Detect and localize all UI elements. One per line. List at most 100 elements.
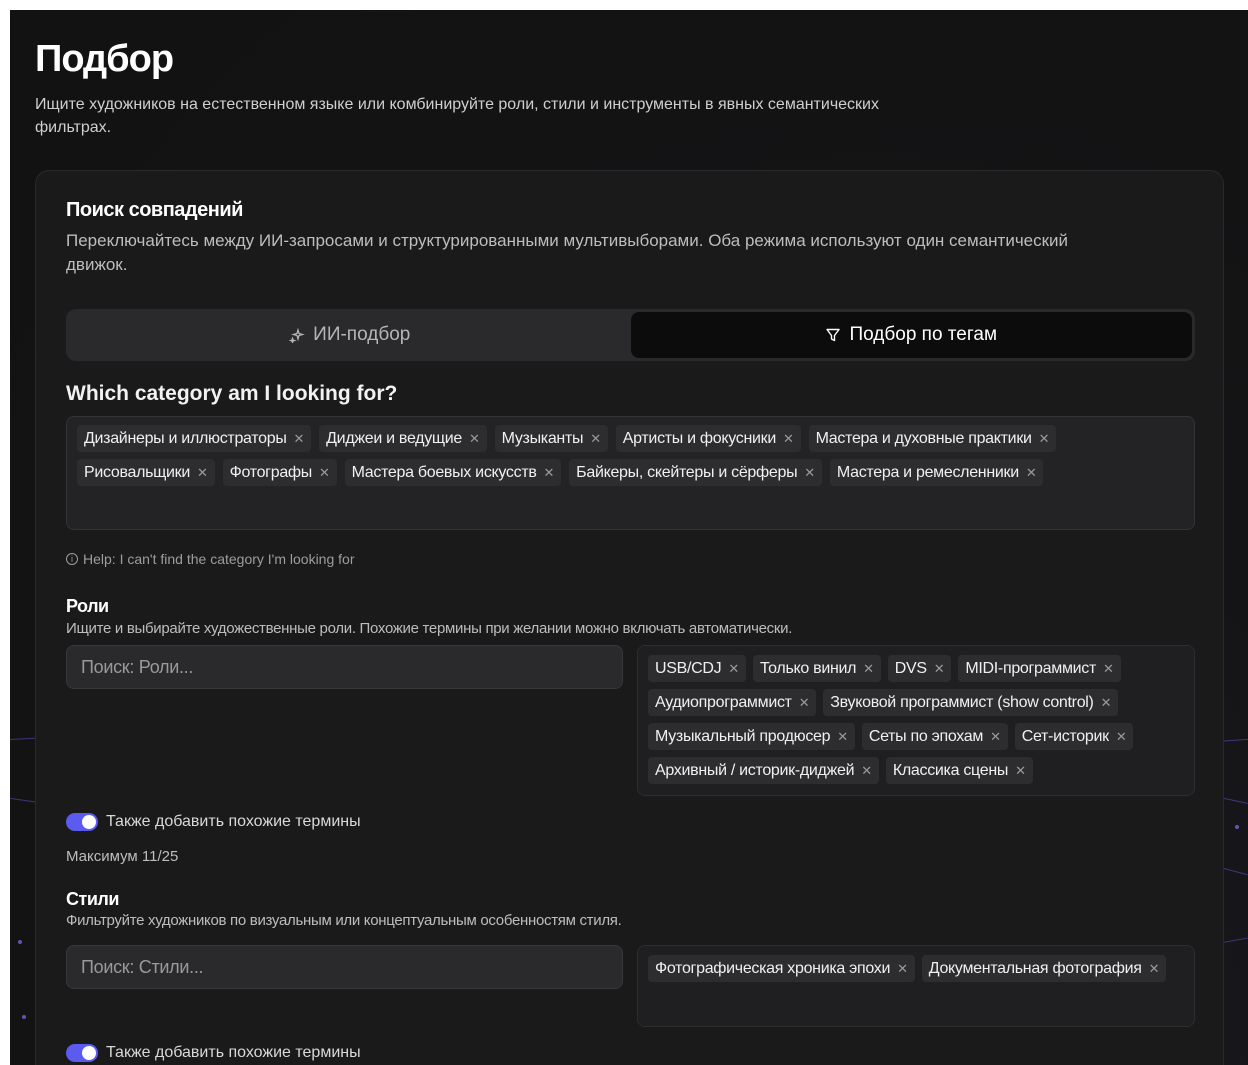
chip-label: Сет-историк (1021, 727, 1109, 745)
decor-dot (1235, 825, 1239, 829)
remove-chip-icon[interactable]: ✕ (863, 661, 874, 677)
page-subtitle: Ищите художников на естественном языке и… (35, 96, 879, 136)
remove-chip-icon[interactable]: ✕ (837, 729, 848, 745)
remove-chip-icon[interactable]: ✕ (544, 465, 555, 481)
chip-label: Мастера и духовные практики (815, 429, 1032, 447)
tab-ai-match[interactable]: ИИ-подбор (69, 312, 631, 358)
decor-dot (22, 1015, 26, 1019)
styles-similar-toggle[interactable] (66, 1044, 98, 1062)
style-chip: Фотографическая хроника эпохи ✕ (648, 955, 915, 982)
remove-chip-icon[interactable]: ✕ (728, 661, 739, 677)
chip-label: Только винил (759, 659, 857, 677)
role-chip: Сеты по эпохам ✕ (861, 723, 1008, 750)
decor-line (1220, 937, 1248, 944)
category-chip: Мастера и ремесленники ✕ (829, 459, 1044, 486)
toggle-label: Также добавить похожие термины (106, 1044, 361, 1061)
chip-label: Мастера и ремесленники (836, 463, 1019, 481)
roles-title: Роли (66, 596, 109, 616)
role-chip: Аудиопрограммист ✕ (648, 689, 817, 716)
chip-label: Музыканты (501, 429, 584, 447)
role-chip: Музыкальный продюсер ✕ (648, 723, 855, 750)
category-chip: Артисты и фокусники ✕ (615, 425, 801, 452)
category-chip: Байкеры, скейтеры и сёрферы ✕ (569, 459, 822, 486)
category-chip: Мастера и духовные практики ✕ (808, 425, 1057, 452)
roles-max-note: Максимум 11/25 (66, 848, 179, 865)
tab-ai-match-label: ИИ-подбор (313, 324, 411, 345)
category-question: Which category am I looking for? (66, 382, 398, 405)
chip-label: Фотографы (229, 463, 313, 481)
roles-similar-toggle[interactable] (66, 813, 98, 831)
chip-label: Музыкальный продюсер (655, 727, 831, 745)
chip-label: Звуковой программист (show control) (830, 693, 1094, 711)
remove-chip-icon[interactable]: ✕ (897, 961, 908, 977)
role-chip: DVS ✕ (887, 655, 952, 682)
styles-title: Стили (66, 889, 119, 909)
chip-label: Дизайнеры и иллюстраторы (84, 429, 287, 447)
chip-label: MIDI-программист (965, 659, 1097, 677)
remove-chip-icon[interactable]: ✕ (990, 729, 1001, 745)
chip-label: Документальная фотография (928, 959, 1142, 977)
category-chip: Музыканты ✕ (494, 425, 608, 452)
roles-search-input[interactable] (66, 645, 623, 689)
category-chip: Мастера боевых искусств ✕ (344, 459, 562, 486)
remove-chip-icon[interactable]: ✕ (1103, 661, 1114, 677)
toggle-label: Также добавить похожие термины (106, 813, 361, 830)
tab-tag-match[interactable]: Подбор по тегам (630, 312, 1192, 358)
styles-similar-toggle-row: Также добавить похожие термины (66, 1044, 361, 1062)
remove-chip-icon[interactable]: ✕ (1015, 763, 1026, 779)
remove-chip-icon[interactable]: ✕ (1101, 695, 1112, 711)
role-chip: MIDI-программист ✕ (958, 655, 1121, 682)
role-chip: USB/CDJ ✕ (648, 655, 746, 682)
styles-description: Фильтруйте художников по визуальным или … (66, 912, 622, 929)
mode-switch: ИИ-подбор Подбор по тегам (66, 309, 1195, 361)
page-title: Подбор (35, 38, 174, 80)
chip-label: DVS (894, 659, 927, 677)
category-chip: Дизайнеры и иллюстраторы ✕ (77, 425, 312, 452)
remove-chip-icon[interactable]: ✕ (469, 431, 480, 447)
filter-icon (826, 328, 841, 342)
chip-label: Аудиопрограммист (655, 693, 792, 711)
remove-chip-icon[interactable]: ✕ (319, 465, 330, 481)
remove-chip-icon[interactable]: ✕ (1039, 431, 1050, 447)
tab-tag-match-label: Подбор по тегам (849, 324, 998, 345)
remove-chip-icon[interactable]: ✕ (804, 465, 815, 481)
category-help-link[interactable]: i Help: I can't find the category I'm lo… (66, 551, 354, 567)
role-chip: Только винил ✕ (752, 655, 881, 682)
info-icon: i (66, 553, 78, 565)
chip-label: Классика сцены (892, 761, 1009, 779)
sparkle-icon (289, 327, 306, 343)
remove-chip-icon[interactable]: ✕ (590, 431, 601, 447)
styles-selected-panel: Фотографическая хроника эпохи ✕ Документа… (637, 945, 1195, 1027)
chip-label: Сеты по эпохам (868, 727, 984, 745)
remove-chip-icon[interactable]: ✕ (783, 431, 794, 447)
remove-chip-icon[interactable]: ✕ (861, 763, 872, 779)
remove-chip-icon[interactable]: ✕ (799, 695, 810, 711)
chip-label: Фотографическая хроника эпохи (655, 959, 891, 977)
category-chip: Диджеи и ведущие ✕ (319, 425, 487, 452)
category-tag-box[interactable]: Дизайнеры и иллюстраторы ✕ Диджеи и ведущ… (66, 416, 1195, 530)
styles-search-input[interactable] (66, 945, 623, 989)
remove-chip-icon[interactable]: ✕ (294, 431, 305, 447)
chip-label: Рисовальщики (84, 463, 191, 481)
chip-label: Диджеи и ведущие (326, 429, 463, 447)
card-title: Поиск совпадений (66, 199, 243, 221)
remove-chip-icon[interactable]: ✕ (934, 661, 945, 677)
remove-chip-icon[interactable]: ✕ (1116, 729, 1127, 745)
chip-label: USB/CDJ (655, 659, 722, 677)
role-chip: Звуковой программист (show control) ✕ (823, 689, 1119, 716)
remove-chip-icon[interactable]: ✕ (197, 465, 208, 481)
roles-description: Ищите и выбирайте художественные роли. П… (66, 620, 793, 637)
chip-label: Байкеры, скейтеры и сёрферы (576, 463, 798, 481)
role-chip: Классика сцены ✕ (885, 757, 1033, 784)
match-search-card: Поиск совпадений Переключайтесь между ИИ… (35, 170, 1224, 1065)
help-text: Help: I can't find the category I'm look… (83, 551, 355, 567)
remove-chip-icon[interactable]: ✕ (1026, 465, 1037, 481)
category-chip: Рисовальщики ✕ (77, 459, 215, 486)
role-chip: Архивный / историк-диджей ✕ (648, 757, 879, 784)
category-chip: Фотографы ✕ (222, 459, 337, 486)
card-description: Переключайтесь между ИИ-запросами и стру… (66, 231, 1069, 274)
app-frame: Подбор Ищите художников на естественном … (10, 10, 1248, 1065)
remove-chip-icon[interactable]: ✕ (1149, 961, 1160, 977)
decor-dot (18, 940, 22, 944)
style-chip: Документальная фотография ✕ (921, 955, 1167, 982)
